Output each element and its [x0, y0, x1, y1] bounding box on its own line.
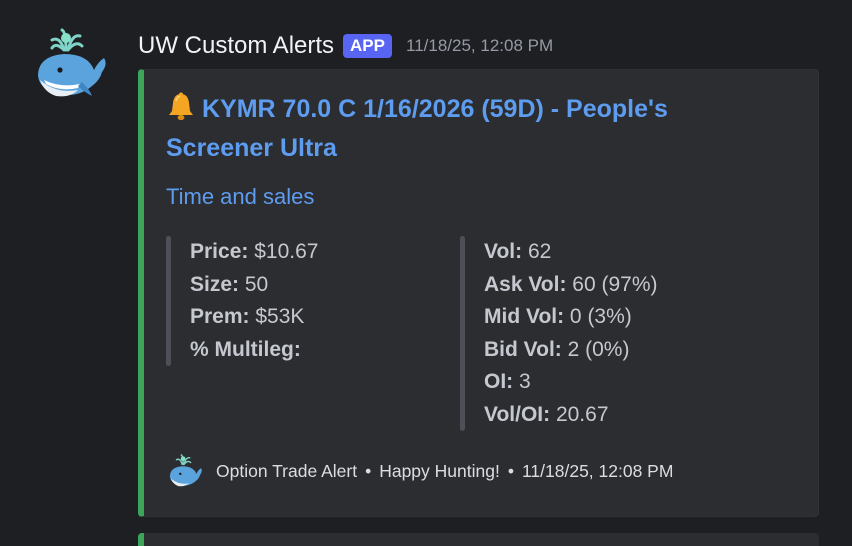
- embed-description[interactable]: Time and sales: [166, 184, 314, 210]
- footer-text: Option Trade Alert: [216, 460, 358, 481]
- bell-icon: [169, 92, 193, 121]
- footer-text: Happy Hunting!: [379, 460, 500, 481]
- field-ask-vol: Ask Vol: 60 (97%): [484, 272, 658, 296]
- footer-separator: •: [507, 460, 514, 481]
- alert-embed: KYMR 70.0 C 1/16/2026 (59D) - People's S…: [138, 69, 819, 517]
- field-vol-oi: Vol/OI: 20.67: [484, 402, 609, 426]
- footer-timestamp: 11/18/25, 12:08 PM: [521, 460, 674, 481]
- timestamp[interactable]: 11/18/25, 12:08 PM: [406, 36, 553, 56]
- field-bid-vol: Bid Vol: 2 (0%): [484, 337, 630, 361]
- message: UW Custom Alerts APP 11/18/25, 12:08 PM …: [0, 0, 852, 546]
- field-oi: OI: 3: [484, 370, 531, 393]
- field-divider: [166, 236, 171, 366]
- app-badge: APP: [343, 34, 392, 58]
- footer-separator: •: [365, 460, 372, 481]
- field-price: Price: $10.67: [190, 240, 319, 263]
- field-prem: Prem: $53K: [190, 305, 305, 328]
- field-multileg: % Multileg:: [190, 337, 301, 361]
- field-divider: [460, 236, 465, 431]
- username[interactable]: UW Custom Alerts: [138, 32, 334, 60]
- whale-icon: [38, 28, 106, 97]
- embed-title[interactable]: KYMR 70.0 C 1/16/2026 (59D) - People's S…: [166, 90, 766, 168]
- field-vol: Vol: 62: [484, 240, 552, 263]
- field-mid-vol: Mid Vol: 0 (3%): [484, 305, 632, 328]
- embed-title-text: KYMR 70.0 C 1/16/2026 (59D) - People's S…: [166, 95, 668, 162]
- embed-footer: Option Trade Alert • Happy Hunting! • 11…: [166, 452, 673, 490]
- fields-right: Vol: 62 Ask Vol: 60 (97%) Mid Vol: 0 (3%…: [460, 236, 658, 431]
- whale-icon: [169, 454, 202, 487]
- fields-left: Price: $10.67 Size: 50 Prem: $53K % Mult…: [166, 236, 318, 366]
- field-size: Size: 50: [190, 272, 269, 296]
- avatar[interactable]: [30, 28, 110, 100]
- message-header: UW Custom Alerts APP 11/18/25, 12:08 PM: [138, 30, 553, 62]
- next-embed: [138, 533, 819, 546]
